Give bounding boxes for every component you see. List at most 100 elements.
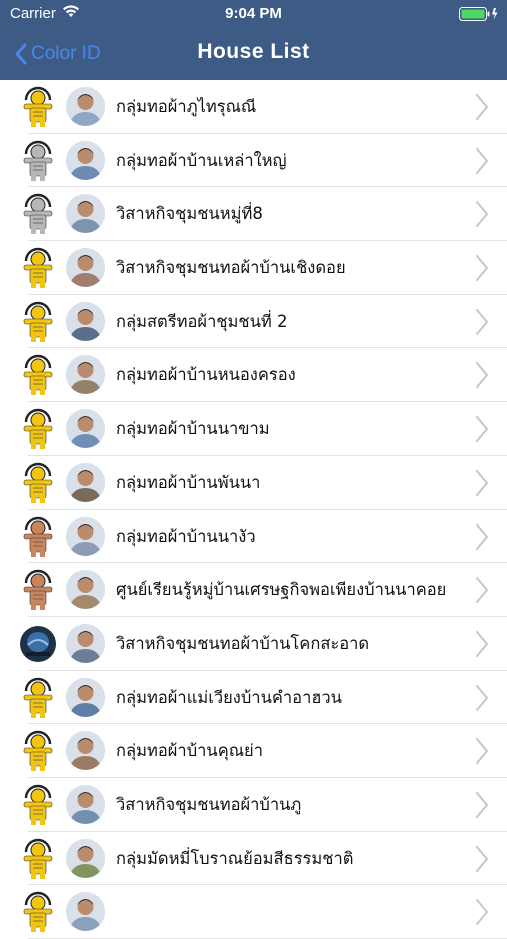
house-list-row[interactable]: กลุ่มมัดหมี่โบราณย้อมสีธรรมชาติ: [23, 832, 507, 886]
avatar: [66, 462, 105, 502]
avatar: [66, 623, 105, 663]
house-row-content: กลุ่มทอผ้าบ้านพันนา: [0, 456, 507, 509]
house-list-row[interactable]: กลุ่มทอผ้าบ้านพันนา: [23, 456, 507, 510]
house-name: กลุ่มสตรีทอผ้าชุมชนที่ 2: [116, 311, 288, 331]
house-row-content: กลุ่มทอผ้าบ้านคุณย่า: [0, 724, 507, 777]
avatar: [66, 87, 105, 126]
house-name: กลุ่มทอผ้าบ้านพันนา: [116, 472, 261, 492]
house-list: กลุ่มทอผ้าภูไทรุณณีกลุ่มทอผ้าบ้านเหล่าให…: [0, 80, 507, 939]
house-row-content: กลุ่มทอผ้าบ้านเหล่าใหญ่: [0, 134, 507, 187]
chevron-right-icon: [475, 523, 489, 555]
house-name: วิสาหกิจชุมชนทอผ้าบ้านเชิงดอย: [116, 258, 346, 278]
chevron-right-icon: [475, 576, 489, 608]
house-list-row[interactable]: [23, 885, 507, 939]
house-list-row[interactable]: วิสาหกิจชุมชนทอผ้าบ้านภู: [23, 778, 507, 832]
house-list-row[interactable]: กลุ่มทอผ้าแม่เวียงบ้านคำอาฮวน: [23, 671, 507, 725]
house-name: [116, 885, 466, 938]
house-row-content: กลุ่มทอผ้าแม่เวียงบ้านคำอาฮวน: [0, 671, 507, 724]
house-list-row[interactable]: กลุ่มทอผ้าบ้านนาขาม: [23, 402, 507, 456]
battery-icon: [459, 7, 499, 21]
avatar: [66, 301, 105, 341]
house-row-content: วิสาหกิจชุมชนทอผ้าบ้านเชิงดอย: [0, 241, 507, 294]
chevron-right-icon: [475, 200, 489, 232]
rank-badge-icon: [18, 86, 58, 128]
avatar: [66, 140, 105, 180]
house-list-row[interactable]: กลุ่มทอผ้าบ้านหนองครอง: [23, 348, 507, 403]
chevron-right-icon: [475, 845, 489, 877]
rank-badge-icon: [18, 301, 58, 343]
house-row-content: กลุ่มทอผ้าบ้านนางัว: [0, 510, 507, 563]
house-list-row[interactable]: ศูนย์เรียนรู้หมู่บ้านเศรษฐกิจพอเพียงบ้าน…: [23, 563, 507, 617]
chevron-right-icon: [475, 93, 489, 125]
house-row-content: [0, 885, 507, 938]
house-row-content: วิสาหกิจชุมชนทอผ้าบ้านภู: [0, 778, 507, 831]
house-name: กลุ่มทอผ้าบ้านหนองครอง: [116, 365, 296, 385]
clock: 9:04 PM: [225, 5, 282, 22]
avatar: [66, 838, 105, 878]
house-name: กลุ่มมัดหมี่โบราณย้อมสีธรรมชาติ: [116, 848, 354, 868]
rank-badge-icon: [18, 408, 58, 450]
navigation-bar: Color ID House List: [0, 28, 507, 80]
house-row-content: กลุ่มทอผ้าภูไทรุณณี: [0, 80, 507, 133]
house-name: วิสาหกิจชุมชนทอผ้าบ้านภู: [116, 794, 302, 814]
rank-badge-icon: [18, 677, 58, 719]
rank-badge-icon: [18, 730, 58, 772]
house-row-content: ศูนย์เรียนรู้หมู่บ้านเศรษฐกิจพอเพียงบ้าน…: [0, 563, 507, 616]
house-name: กลุ่มทอผ้าบ้านนางัว: [116, 526, 256, 546]
house-name: กลุ่มทอผ้าบ้านนาขาม: [116, 419, 270, 439]
chevron-right-icon: [475, 791, 489, 823]
avatar: [66, 409, 105, 449]
house-list-row[interactable]: วิสาหกิจชุมชนทอผ้าบ้านโคกสะอาด: [20, 617, 507, 671]
house-name: วิสาหกิจชุมชนหมู่ที่8: [116, 204, 263, 224]
house-row-content: กลุ่มมัดหมี่โบราณย้อมสีธรรมชาติ: [0, 832, 507, 885]
house-list-row[interactable]: กลุ่มสตรีทอผ้าชุมชนที่ 2: [23, 295, 507, 349]
chevron-right-icon: [475, 361, 489, 393]
house-list-row[interactable]: กลุ่มทอผ้าบ้านคุณย่า: [23, 724, 507, 778]
rank-badge-icon: [18, 623, 58, 665]
house-row-content: วิสาหกิจชุมชนทอผ้าบ้านโคกสะอาด: [0, 617, 507, 670]
house-name: กลุ่มทอผ้าบ้านเหล่าใหญ่: [116, 150, 287, 170]
avatar: [66, 355, 105, 395]
rank-badge-icon: [18, 569, 58, 611]
avatar: [66, 677, 105, 717]
house-list-row[interactable]: กลุ่มทอผ้าบ้านเหล่าใหญ่: [23, 134, 507, 188]
rank-badge-icon: [18, 193, 58, 235]
chevron-right-icon: [475, 898, 489, 930]
rank-badge-icon: [18, 247, 58, 289]
house-list-row[interactable]: กลุ่มทอผ้าภูไทรุณณี: [23, 80, 507, 134]
house-name: ศูนย์เรียนรู้หมู่บ้านเศรษฐกิจพอเพียงบ้าน…: [116, 580, 447, 600]
rank-badge-icon: [18, 784, 58, 826]
house-list-row[interactable]: กลุ่มทอผ้าบ้านนางัว: [23, 510, 507, 564]
house-name: กลุ่มทอผ้าภูไทรุณณี: [116, 97, 257, 116]
avatar: [66, 892, 105, 932]
page-title: House List: [197, 40, 310, 63]
avatar: [66, 731, 105, 771]
rank-badge-icon: [18, 838, 58, 880]
rank-badge-icon: [18, 516, 58, 558]
house-row-content: กลุ่มทอผ้าบ้านหนองครอง: [0, 348, 507, 401]
chevron-right-icon: [475, 415, 489, 447]
chevron-right-icon: [475, 469, 489, 501]
house-row-content: วิสาหกิจชุมชนหมู่ที่8: [0, 187, 507, 240]
chevron-right-icon: [475, 254, 489, 286]
rank-badge-icon: [18, 891, 58, 933]
chevron-right-icon: [475, 308, 489, 340]
house-list-row[interactable]: วิสาหกิจชุมชนทอผ้าบ้านเชิงดอย: [23, 241, 507, 295]
avatar: [66, 516, 105, 556]
house-row-content: กลุ่มสตรีทอผ้าชุมชนที่ 2: [0, 295, 507, 348]
avatar: [66, 248, 105, 288]
avatar: [66, 194, 105, 234]
rank-badge-icon: [18, 462, 58, 504]
house-name: กลุ่มทอผ้าแม่เวียงบ้านคำอาฮวน: [116, 687, 342, 707]
chevron-right-icon: [475, 147, 489, 179]
house-name: วิสาหกิจชุมชนทอผ้าบ้านโคกสะอาด: [116, 633, 370, 653]
chevron-right-icon: [475, 737, 489, 769]
rank-badge-icon: [18, 140, 58, 182]
house-row-content: กลุ่มทอผ้าบ้านนาขาม: [0, 402, 507, 455]
chevron-right-icon: [475, 630, 489, 662]
avatar: [66, 784, 105, 824]
avatar: [66, 570, 105, 610]
chevron-right-icon: [475, 684, 489, 716]
rank-badge-icon: [18, 354, 58, 396]
house-list-row[interactable]: วิสาหกิจชุมชนหมู่ที่8: [23, 187, 507, 242]
